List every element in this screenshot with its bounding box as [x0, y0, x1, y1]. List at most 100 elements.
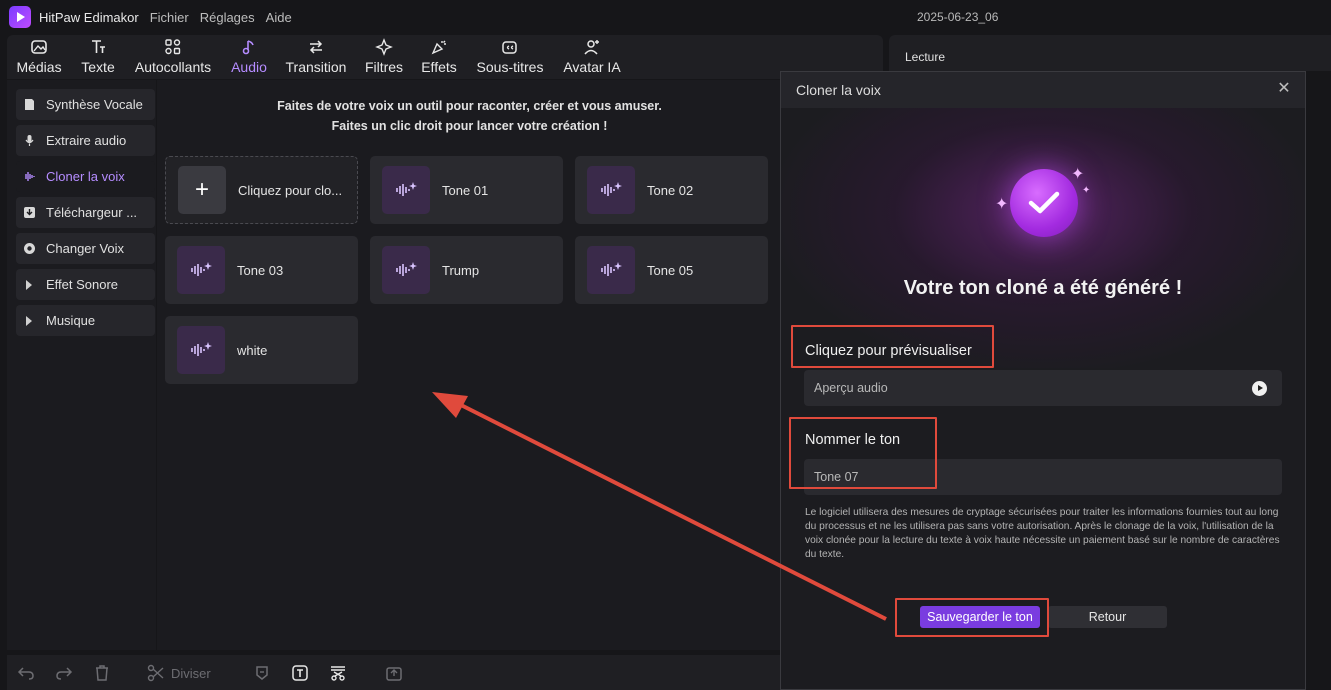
- tab-audio-label: Audio: [231, 59, 267, 75]
- transition-icon: [309, 40, 323, 54]
- effects-icon: [431, 40, 446, 55]
- subtitles-icon: [502, 41, 517, 54]
- menu-reglages[interactable]: Réglages: [200, 10, 255, 25]
- intro-line-1: Faites de votre voix un outil pour racon…: [277, 99, 662, 113]
- audio-preview-text: Aperçu audio: [814, 381, 888, 395]
- voice-card[interactable]: Tone 03: [165, 236, 358, 304]
- tab-sous-titres-label: Sous-titres: [476, 59, 544, 75]
- menu-aide[interactable]: Aide: [266, 10, 292, 25]
- delete-button[interactable]: [93, 664, 111, 682]
- menu-fichier[interactable]: Fichier: [150, 10, 189, 25]
- voice-wave-icon: [177, 246, 225, 294]
- undo-button[interactable]: [17, 664, 35, 682]
- tab-effets-label: Effets: [421, 59, 457, 75]
- voice-wave-icon: [587, 166, 635, 214]
- text-tool-button[interactable]: [291, 664, 309, 682]
- voice-card-label: Tone 03: [237, 262, 284, 278]
- sidebar-item-effet-sonore[interactable]: Effet Sonore: [16, 269, 155, 300]
- tab-texte[interactable]: Texte: [77, 35, 119, 79]
- annotation-box-preview: [791, 325, 994, 368]
- voice-card-label: white: [237, 342, 268, 358]
- text-icon: [92, 40, 105, 53]
- preview-label: Lecture: [905, 50, 946, 64]
- audio-icon: [242, 40, 254, 55]
- scissors-icon: [147, 664, 164, 682]
- media-toolbar: Médias Texte Autocollants Audio Transiti…: [7, 35, 883, 79]
- intro-line-2: Faites un clic droit pour lancer votre c…: [331, 119, 608, 133]
- voice-card-label: Tone 05: [647, 262, 694, 278]
- voice-wave-icon: [382, 166, 430, 214]
- sparkle-icon: ✦: [1082, 185, 1091, 196]
- voice-card[interactable]: white: [165, 316, 358, 384]
- annotation-box-save: [895, 598, 1049, 637]
- audio-preview-field[interactable]: Aperçu audio: [804, 370, 1282, 406]
- tab-sous-titres[interactable]: Sous-titres: [475, 35, 545, 79]
- sidebar-item-label: Effet Sonore: [46, 277, 119, 292]
- tab-filtres-label: Filtres: [364, 59, 404, 75]
- voice-card[interactable]: Tone 02: [575, 156, 768, 224]
- media-icon: [31, 40, 47, 54]
- tab-autocollants-label: Autocollants: [134, 59, 212, 75]
- export-button[interactable]: [385, 664, 403, 682]
- voice-wave-icon: [587, 246, 635, 294]
- tab-transition[interactable]: Transition: [285, 35, 347, 79]
- app-name: HitPaw Edimakor: [39, 9, 139, 25]
- sidebar-item-label: Extraire audio: [46, 133, 127, 148]
- tab-medias[interactable]: Médias: [16, 35, 62, 79]
- undo-icon: [17, 667, 34, 680]
- sidebar-item-extraire-audio[interactable]: Extraire audio: [16, 125, 155, 156]
- sidebar-item-label: Synthèse Vocale: [46, 97, 143, 112]
- voice-wave-icon: [382, 246, 430, 294]
- voice-card-label: Tone 02: [647, 182, 694, 198]
- sparkle-icon: ✦: [1071, 166, 1085, 183]
- tab-effets[interactable]: Effets: [419, 35, 459, 79]
- tab-filtres[interactable]: Filtres: [363, 35, 405, 79]
- cut-tool-button[interactable]: [329, 664, 347, 682]
- redo-icon: [56, 667, 73, 680]
- sticker-icon: [165, 39, 181, 55]
- shield-icon: [256, 666, 268, 680]
- dialog-header: Cloner la voix ✕: [781, 72, 1305, 108]
- tab-medias-label: Médias: [16, 59, 62, 75]
- sidebar-item-label: Téléchargeur ...: [46, 205, 138, 220]
- sidebar-item-label: Cloner la voix: [46, 169, 125, 184]
- sidebar-item-musique[interactable]: Musique: [16, 305, 155, 336]
- audio-sidebar: Synthèse Vocale Extraire audio Cloner la…: [7, 80, 156, 650]
- sidebar-item-synthese-vocale[interactable]: Synthèse Vocale: [16, 89, 155, 120]
- add-voice-card[interactable]: + Cliquez pour clo...: [165, 156, 358, 224]
- sidebar-item-cloner-la-voix[interactable]: Cloner la voix: [16, 161, 155, 192]
- sidebar-item-label: Musique: [46, 313, 96, 328]
- back-button[interactable]: Retour: [1048, 606, 1167, 628]
- trash-icon: [96, 665, 108, 681]
- voice-card[interactable]: Trump: [370, 236, 563, 304]
- success-heading: Votre ton cloné a été généré !: [903, 277, 1183, 299]
- waveform-icon: [22, 170, 36, 183]
- sidebar-item-label: Changer Voix: [46, 241, 125, 256]
- tab-audio[interactable]: Audio: [229, 35, 269, 79]
- tab-avatar-ia[interactable]: Avatar IA: [561, 35, 623, 79]
- split-label: Diviser: [171, 665, 211, 681]
- intro-text: Faites de votre voix un outil pour racon…: [157, 96, 782, 136]
- app-logo-icon: [9, 6, 31, 28]
- close-icon[interactable]: ✕: [1276, 81, 1292, 97]
- sidebar-item-telechargeur[interactable]: Téléchargeur ...: [16, 197, 155, 228]
- marker-button[interactable]: [253, 664, 271, 682]
- privacy-notice: Le logiciel utilisera des mesures de cry…: [805, 507, 1280, 560]
- preview-header: Lecture: [889, 35, 1331, 71]
- voice-card[interactable]: Tone 01: [370, 156, 563, 224]
- triangle-right-icon: [22, 279, 36, 290]
- plus-icon: +: [178, 166, 226, 214]
- tab-texte-label: Texte: [81, 59, 115, 75]
- voice-card-label: Trump: [442, 262, 480, 278]
- split-button[interactable]: Diviser: [147, 664, 211, 682]
- timeline-toolbar: Diviser: [7, 655, 782, 690]
- project-title: 2025-06-23_06: [917, 10, 999, 24]
- play-icon[interactable]: [1252, 381, 1267, 396]
- voice-card[interactable]: Tone 05: [575, 236, 768, 304]
- tab-autocollants[interactable]: Autocollants: [133, 35, 213, 79]
- redo-button[interactable]: [55, 664, 73, 682]
- tab-avatar-ia-label: Avatar IA: [563, 59, 621, 75]
- voice-wave-icon: [177, 326, 225, 374]
- sidebar-item-changer-voix[interactable]: Changer Voix: [16, 233, 155, 264]
- voice-card-label: Tone 01: [442, 182, 489, 198]
